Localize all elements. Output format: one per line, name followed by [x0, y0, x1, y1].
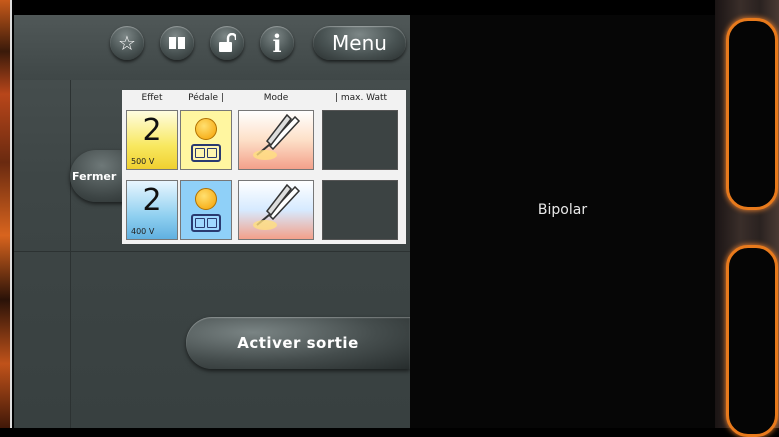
fermer-label: Fermer	[72, 169, 117, 183]
pedal-cell-1[interactable]	[180, 110, 232, 170]
header-max-watt: | max. Watt	[334, 93, 388, 103]
device-bezel-left	[0, 0, 12, 428]
output-socket-bottom	[726, 245, 778, 437]
book-icon	[169, 37, 185, 49]
unlock-icon	[219, 33, 236, 52]
header-mode: Mode	[263, 93, 289, 103]
info-icon: i	[272, 28, 282, 58]
header-effet: Effet	[141, 93, 163, 103]
info-button[interactable]: i	[260, 26, 294, 60]
bipolar-forceps-icon	[253, 113, 301, 160]
max-watt-cell-2[interactable]	[322, 180, 398, 240]
effect-cell-2[interactable]: 2 400 V	[126, 180, 178, 240]
grid-line	[14, 251, 410, 252]
effect-value: 2	[142, 183, 162, 218]
activer-sortie-button[interactable]: Activer sortie	[186, 317, 410, 369]
unlock-button[interactable]	[210, 26, 244, 60]
star-icon: ☆	[118, 31, 136, 55]
mode-cell-1[interactable]	[238, 110, 314, 170]
output-socket-top	[726, 18, 778, 210]
favorite-button[interactable]: ☆	[110, 26, 144, 60]
voltage-value: 400 V	[131, 227, 155, 236]
effect-cell-1[interactable]: 2 500 V	[126, 110, 178, 170]
max-watt-cell-1[interactable]	[322, 110, 398, 170]
control-screen: ☆ i Menu Fermer Effet Pédale | Mode | ma…	[14, 15, 410, 428]
pedal-cell-2[interactable]	[180, 180, 232, 240]
output-table: Effet Pédale | Mode | max. Watt 2 500 V …	[122, 90, 406, 244]
grid-line	[70, 80, 71, 428]
footswitch-icon	[191, 214, 221, 232]
activer-sortie-label: Activer sortie	[237, 334, 359, 352]
pedal-indicator-icon	[195, 188, 217, 210]
menu-button[interactable]: Menu	[313, 26, 406, 60]
voltage-value: 500 V	[131, 157, 155, 166]
effect-value: 2	[142, 113, 162, 148]
pedal-indicator-icon	[195, 118, 217, 140]
bipolar-forceps-icon	[253, 183, 301, 230]
mode-cell-2[interactable]	[238, 180, 314, 240]
mode-status-text: Bipolar	[537, 202, 588, 218]
status-display: Bipolar	[410, 15, 715, 428]
footswitch-icon	[191, 144, 221, 162]
manual-button[interactable]	[160, 26, 194, 60]
header-pedale: Pédale |	[188, 93, 224, 103]
